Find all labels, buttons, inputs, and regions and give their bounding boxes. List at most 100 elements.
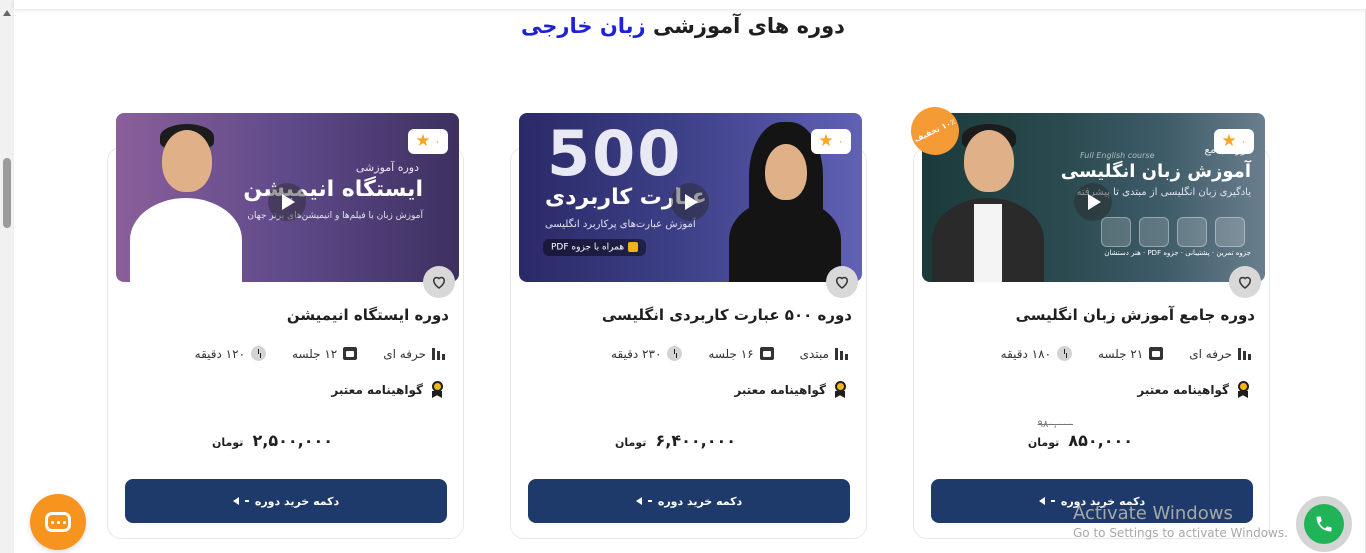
pdf-icon (628, 242, 639, 252)
phone-button[interactable] (1296, 496, 1352, 552)
heart-icon[interactable] (423, 266, 455, 298)
meta-duration: ۲۳۰ دقیقه (611, 346, 683, 361)
buy-course-button[interactable]: دکمه خرید دوره (125, 479, 447, 523)
rating-value: ۰ (434, 135, 441, 148)
buy-course-button[interactable]: دکمه خرید دوره (528, 479, 850, 523)
scroll-thumb[interactable] (3, 158, 11, 228)
price: ۲,۵۰۰,۰۰۰ (252, 431, 333, 450)
meta-sessions: ۲۱ جلسه (1098, 346, 1164, 361)
price-block: ۶,۴۰۰,۰۰۰ تومان (615, 431, 736, 450)
sessions-text: ۲۱ جلسه (1098, 346, 1144, 361)
old-price: ۹۸۰,۰۰۰ (1037, 419, 1073, 430)
star-icon: ★ (818, 131, 834, 151)
presenter-photo (130, 122, 242, 282)
sessions-text: ۱۲ جلسه (292, 346, 338, 361)
course-thumbnail[interactable]: دوره جامع آموزش زبان انگلیسی یادگیری زبا… (922, 113, 1265, 282)
sessions-text: ۱۶ جلسه (708, 346, 754, 361)
duration-text: ۱۲۰ دقیقه (194, 346, 246, 361)
thumbnail-big-number: 500 (547, 117, 683, 190)
price: ۶,۴۰۰,۰۰۰ (655, 431, 736, 450)
course-thumbnail[interactable]: دوره آموزشی ایستگاه انیمیشن آموزش زبان ب… (116, 113, 459, 282)
rating-badge: ★ ۰ (1214, 129, 1254, 154)
calendar-icon (759, 347, 774, 360)
section-title-prefix: دوره های آموزشی (652, 14, 845, 38)
course-title[interactable]: دوره جامع آموزش زبان انگلیسی (928, 306, 1255, 324)
course-meta: حرفه ای ۱۲ جلسه ۱۲۰ دقیقه (195, 346, 445, 361)
buy-button-label: دکمه خرید دوره (1060, 494, 1146, 508)
medal-icon (429, 381, 445, 399)
course-title[interactable]: دوره ۵۰۰ عبارت کاربردی انگلیسی (525, 306, 852, 324)
feature-icon (1101, 217, 1131, 247)
currency: تومان (615, 436, 647, 449)
rating-badge: ★ ۰ (408, 129, 448, 154)
level-icon (1238, 347, 1251, 360)
level-icon (835, 347, 848, 360)
rating-badge: ★ ۰ (811, 129, 851, 154)
arrow-left-icon (232, 497, 239, 505)
calendar-icon (343, 347, 358, 360)
level-text: حرفه ای (1189, 346, 1232, 361)
certificate-row: گواهینامه معتبر (331, 381, 445, 399)
buy-button-label: دکمه خرید دوره (657, 494, 743, 508)
chat-icon (45, 512, 71, 532)
course-card-animation-station[interactable]: دوره آموزشی ایستگاه انیمیشن آموزش زبان ب… (107, 113, 464, 539)
course-card-english-complete[interactable]: ۱۰٪ تخفیف دوره جامع آموزش زبان انگلیسی ی… (903, 99, 1270, 539)
medal-icon (832, 381, 848, 399)
feature-icon (1177, 217, 1207, 247)
currency: تومان (212, 436, 244, 449)
star-icon: ★ (415, 131, 431, 151)
section-title: دوره های آموزشی زبان خارجی (0, 14, 1366, 38)
currency: تومان (1027, 436, 1060, 449)
buy-button-label: دکمه خرید دوره (254, 494, 340, 508)
certificate-text: گواهینامه معتبر (734, 383, 826, 397)
thumbnail-feature-labels: جزوه تمرین · پشتیبانی · جزوه PDF · هنر د… (1104, 249, 1251, 257)
thumbnail-feature-icons (1101, 217, 1245, 247)
feature-icon (1139, 217, 1169, 247)
chat-button[interactable] (30, 494, 86, 550)
clock-icon (667, 346, 683, 361)
heart-icon[interactable] (826, 266, 858, 298)
arrow-left-icon (635, 497, 642, 505)
duration-text: ۱۸۰ دقیقه (1000, 346, 1052, 361)
certificate-text: گواهینامه معتبر (1137, 383, 1229, 397)
play-icon[interactable] (268, 183, 306, 221)
duration-text: ۲۳۰ دقیقه (611, 346, 662, 361)
price-block: ۲,۵۰۰,۰۰۰ تومان (212, 431, 333, 450)
thumbnail-pdf-tag: همراه با جزوه PDF (543, 239, 647, 256)
meta-sessions: ۱۲ جلسه (292, 346, 358, 361)
course-card-500-phrases[interactable]: 500 عبارت کاربردی آموزش عبارت‌های پرکارب… (510, 113, 867, 539)
play-icon[interactable] (1074, 183, 1112, 221)
course-meta: مبتدی ۱۶ جلسه ۲۳۰ دقیقه (611, 346, 848, 361)
meta-level: حرفه ای (1189, 346, 1251, 361)
level-text: مبتدی (799, 346, 829, 361)
section-title-highlight: زبان خارجی (521, 14, 646, 38)
thumbnail-watermark: Full English course (1080, 151, 1155, 160)
price: ۸۵۰,۰۰۰ (1068, 431, 1133, 450)
level-icon (432, 347, 445, 360)
course-meta: حرفه ای ۲۱ جلسه ۱۸۰ دقیقه (1001, 346, 1251, 361)
meta-duration: ۱۲۰ دقیقه (194, 346, 267, 361)
certificate-row: گواهینامه معتبر (734, 381, 848, 399)
star-icon: ★ (1221, 131, 1237, 151)
course-title[interactable]: دوره ایستگاه انیمیشن (122, 306, 449, 324)
thumbnail-headline: آموزش زبان انگلیسی (1060, 161, 1251, 182)
play-icon[interactable] (671, 183, 709, 221)
meta-level: مبتدی (800, 346, 848, 361)
heart-icon[interactable] (1229, 266, 1261, 298)
certificate-text: گواهینامه معتبر (331, 383, 423, 397)
price-block: ۹۸۰,۰۰۰ ۸۵۰,۰۰۰ تومان (1027, 419, 1133, 450)
clock-icon (1057, 346, 1073, 361)
certificate-row: گواهینامه معتبر (1137, 381, 1251, 399)
arrow-left-icon (1038, 497, 1045, 505)
clock-icon (251, 346, 267, 361)
feature-icon (1215, 217, 1245, 247)
page-scrollbar[interactable] (0, 0, 14, 553)
meta-duration: ۱۸۰ دقیقه (1000, 346, 1073, 361)
thumbnail-subtext: آموزش عبارت‌های پرکاربرد انگلیسی (545, 219, 696, 230)
meta-sessions: ۱۶ جلسه (708, 346, 774, 361)
calendar-icon (1149, 347, 1164, 360)
medal-icon (1235, 381, 1251, 399)
level-text: حرفه ای (383, 346, 426, 361)
buy-course-button[interactable]: دکمه خرید دوره (931, 479, 1253, 523)
course-thumbnail[interactable]: 500 عبارت کاربردی آموزش عبارت‌های پرکارب… (519, 113, 862, 282)
